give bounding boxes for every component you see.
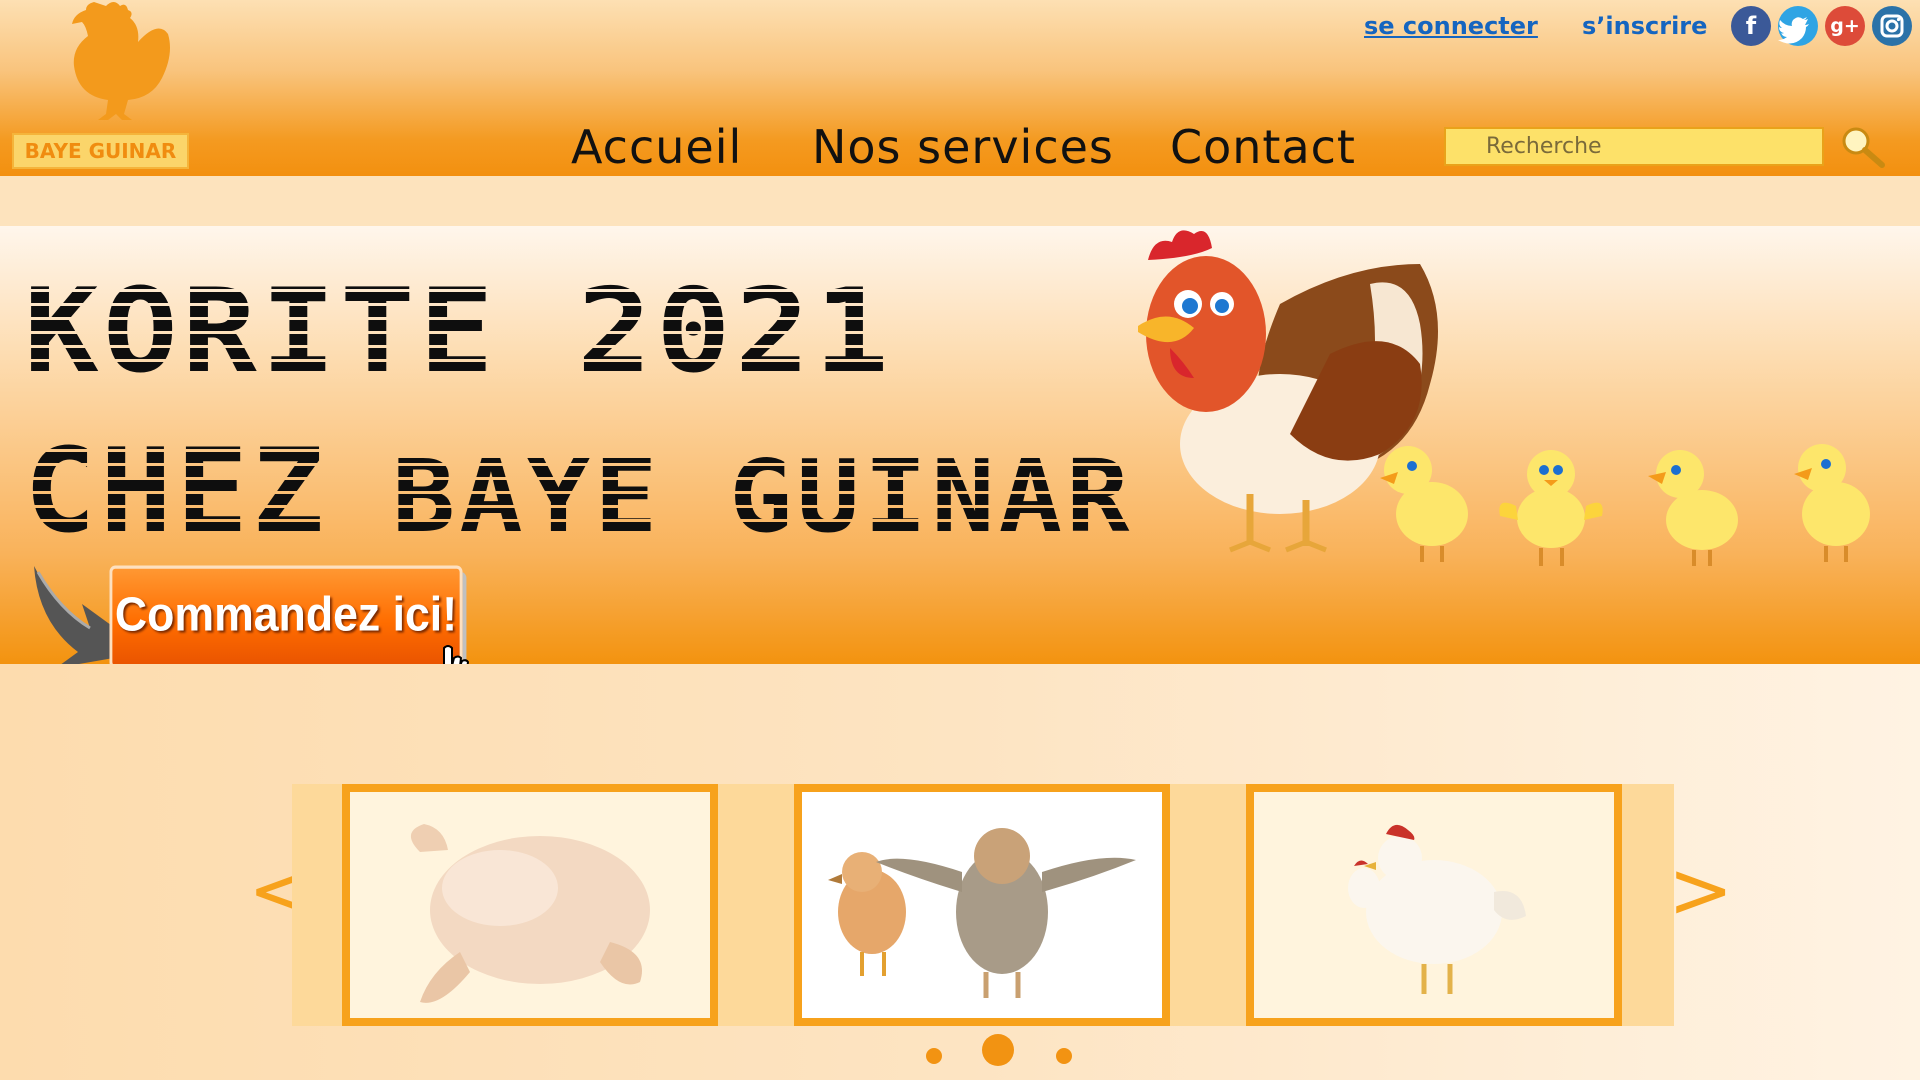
carousel-slide-hens[interactable] [1246, 784, 1622, 1026]
login-link[interactable]: se connecter [1364, 12, 1538, 40]
brand-name: BAYE GUINAR [12, 133, 189, 169]
banner-title-brand: BAYE GUINAR [392, 438, 1134, 555]
twitter-bird-icon [1778, 17, 1809, 44]
google-plus-icon[interactable]: g+ [1825, 6, 1865, 46]
brand-logo[interactable]: BAYE GUINAR [12, 0, 192, 172]
chick-illustration [1380, 446, 1468, 562]
chick-illustration [1794, 444, 1870, 562]
carousel-dot-active[interactable] [982, 1034, 1014, 1066]
instagram-camera-icon [1880, 14, 1904, 38]
banner-title-chez: CHEZ [24, 424, 329, 559]
chicks-image [828, 828, 1136, 998]
chick-illustration [1648, 450, 1738, 566]
hens-image [1348, 824, 1526, 994]
carousel-slide-chicks[interactable] [794, 784, 1170, 1026]
nav-home[interactable]: Accueil [571, 120, 742, 174]
nav-contact[interactable]: Contact [1170, 120, 1356, 174]
carousel-pagination [920, 1034, 1080, 1070]
raw-chicken-image [410, 824, 650, 1003]
order-button-label: Commandez ici! [109, 565, 463, 669]
carousel-dot[interactable] [926, 1048, 942, 1064]
search-icon[interactable] [1838, 124, 1888, 170]
signup-link[interactable]: s’inscrire [1582, 12, 1707, 40]
chick-illustration [1499, 450, 1603, 566]
instagram-icon[interactable] [1872, 6, 1912, 46]
search-input[interactable] [1444, 127, 1824, 166]
carousel-next-button[interactable]: > [1668, 852, 1733, 930]
facebook-icon[interactable]: f [1731, 6, 1771, 46]
nav-services[interactable]: Nos services [812, 120, 1114, 174]
product-carousel [292, 784, 1674, 1026]
carousel-slide-raw-chicken[interactable] [342, 784, 718, 1026]
promo-banner: KORITE 2021 CHEZ BAYE GUINAR Commandez i… [0, 226, 1920, 692]
site-header: BAYE GUINAR se connecter s’inscrire f g+… [0, 0, 1920, 176]
twitter-icon[interactable] [1778, 6, 1818, 46]
hen-logo-icon [72, 2, 170, 120]
banner-title-line1: KORITE 2021 [24, 264, 894, 399]
carousel-dot[interactable] [1056, 1048, 1072, 1064]
